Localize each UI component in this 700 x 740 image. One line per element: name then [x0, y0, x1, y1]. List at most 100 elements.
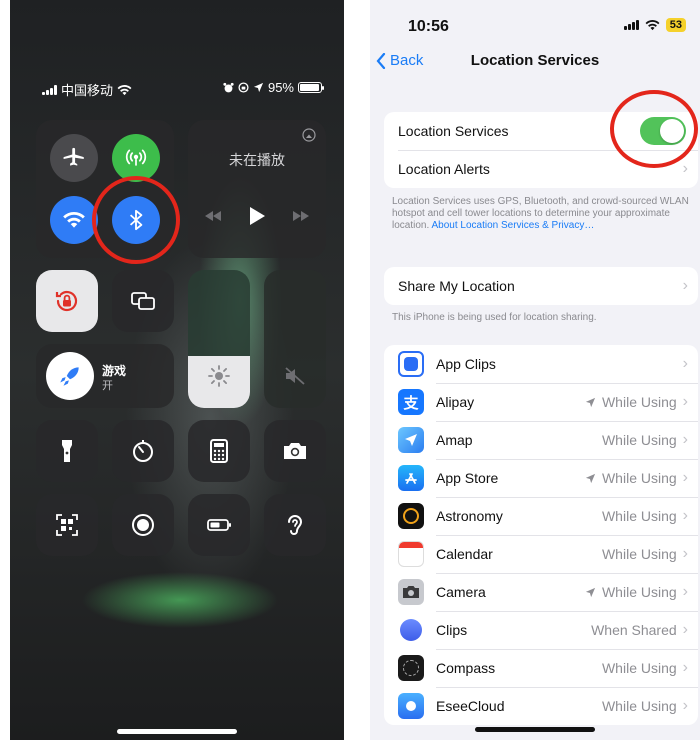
app-name: Calendar: [436, 546, 493, 562]
chevron-right-icon: ›: [682, 507, 688, 524]
app-store-icon: [398, 465, 424, 491]
timer-button[interactable]: [112, 420, 174, 482]
wifi-icon: [63, 211, 85, 228]
app-clips-icon: [398, 351, 424, 377]
astronomy-icon: [398, 503, 424, 529]
app-status: When Shared: [591, 622, 677, 638]
flashlight-button[interactable]: [36, 420, 98, 482]
game-mode-subtitle: 开: [102, 380, 113, 392]
app-name: Amap: [436, 432, 473, 448]
app-row-app-clips[interactable]: App Clips ›: [384, 345, 698, 383]
chevron-left-icon: [376, 52, 386, 69]
airplay-icon: [302, 128, 316, 142]
cc-status-right: 95%: [223, 80, 324, 95]
app-name: Clips: [436, 622, 468, 638]
status-time: 10:56: [408, 18, 449, 35]
app-row-astronomy[interactable]: Astronomy While Using ›: [384, 497, 698, 535]
camera-icon: [284, 443, 306, 459]
brightness-slider[interactable]: [188, 270, 250, 408]
chevron-right-icon: ›: [682, 277, 688, 294]
app-row-alipay[interactable]: 支 Alipay While Using ›: [384, 383, 698, 421]
airplane-mode-button[interactable]: [50, 134, 98, 182]
app-status: While Using: [601, 432, 677, 448]
hearing-button[interactable]: [264, 494, 326, 556]
chevron-right-icon: ›: [682, 469, 688, 486]
app-status: While Using: [585, 470, 677, 486]
location-arrow-icon: [585, 473, 596, 483]
app-status: While Using: [601, 546, 677, 562]
screen-mirroring-button[interactable]: [112, 270, 174, 332]
wifi-button[interactable]: [50, 196, 98, 244]
app-status: While Using: [585, 394, 677, 410]
chevron-right-icon: ›: [682, 431, 688, 448]
wifi-icon: [645, 20, 660, 31]
signal-icon: [42, 84, 57, 95]
back-label: Back: [390, 52, 424, 69]
chevron-right-icon: ›: [682, 545, 688, 562]
compass-icon: [398, 655, 424, 681]
share-note: This iPhone is being used for location s…: [392, 312, 597, 323]
app-row-amap[interactable]: Amap While Using ›: [384, 421, 698, 459]
app-name: Compass: [436, 660, 496, 676]
now-playing-module: 未在播放: [188, 120, 326, 258]
location-arrow-icon: [253, 82, 264, 93]
app-row-app-store[interactable]: App Store While Using ›: [384, 459, 698, 497]
app-row-compass[interactable]: Compass While Using ›: [384, 649, 698, 687]
orientation-lock-button[interactable]: [36, 270, 98, 332]
calendar-icon: [398, 541, 424, 567]
chevron-right-icon: ›: [682, 160, 688, 177]
eseecloud-icon: [398, 693, 424, 719]
now-playing-label: 未在播放: [229, 152, 285, 168]
toggle-highlight-circle: [610, 90, 698, 168]
qr-code-icon: [56, 514, 78, 536]
camera-icon: [398, 579, 424, 605]
chevron-right-icon: ›: [682, 355, 688, 372]
app-row-clips[interactable]: Clips When Shared ›: [384, 611, 698, 649]
app-name: Astronomy: [436, 508, 503, 524]
chevron-right-icon: ›: [682, 697, 688, 714]
alipay-icon: 支: [398, 389, 424, 415]
code-scanner-button[interactable]: [36, 494, 98, 556]
home-indicator[interactable]: [475, 727, 595, 732]
app-name: EseeCloud: [436, 698, 505, 714]
screen-mirroring-icon: [131, 292, 155, 310]
cellular-data-button[interactable]: [112, 134, 160, 182]
location-services-label: Location Services: [398, 123, 509, 139]
calculator-button[interactable]: [188, 420, 250, 482]
cc-status-left: 中国移动: [42, 80, 132, 99]
app-row-camera[interactable]: Camera While Using ›: [384, 573, 698, 611]
game-mode-icon-wrap: [46, 352, 94, 400]
screen-recording-button[interactable]: [112, 494, 174, 556]
app-name: App Clips: [436, 356, 496, 372]
privacy-link[interactable]: About Location Services & Privacy…: [431, 220, 594, 231]
app-name: Camera: [436, 584, 486, 600]
battery-icon: [207, 519, 231, 531]
app-row-eseecloud[interactable]: EseeCloud While Using ›: [384, 687, 698, 725]
flashlight-icon: [62, 440, 72, 462]
chevron-right-icon: ›: [682, 621, 688, 638]
amap-icon: [398, 427, 424, 453]
chevron-right-icon: ›: [682, 583, 688, 600]
back-button[interactable]: Back: [376, 52, 423, 69]
rewind-icon[interactable]: [204, 210, 222, 222]
play-icon[interactable]: [248, 206, 266, 226]
share-group: Share My Location ›: [384, 267, 698, 305]
home-indicator[interactable]: [117, 729, 237, 734]
airplane-icon: [63, 147, 84, 166]
low-power-mode-button[interactable]: [188, 494, 250, 556]
calculator-icon: [210, 439, 228, 463]
app-row-calendar[interactable]: Calendar While Using ›: [384, 535, 698, 573]
camera-button[interactable]: [264, 420, 326, 482]
rocket-icon: [60, 367, 79, 386]
fast-forward-icon[interactable]: [292, 210, 310, 222]
wifi-icon: [117, 84, 132, 95]
app-list: App Clips › 支 Alipay While Using › Amap …: [384, 345, 698, 725]
location-arrow-icon: [585, 397, 596, 407]
chevron-right-icon: ›: [682, 393, 688, 410]
volume-slider[interactable]: [264, 270, 326, 408]
game-mode-button[interactable]: 游戏 开: [36, 344, 174, 408]
share-my-location-row[interactable]: Share My Location ›: [384, 267, 698, 305]
clips-icon: [398, 617, 424, 643]
alarm-icon: [223, 82, 234, 93]
battery-badge: 53: [665, 18, 686, 32]
